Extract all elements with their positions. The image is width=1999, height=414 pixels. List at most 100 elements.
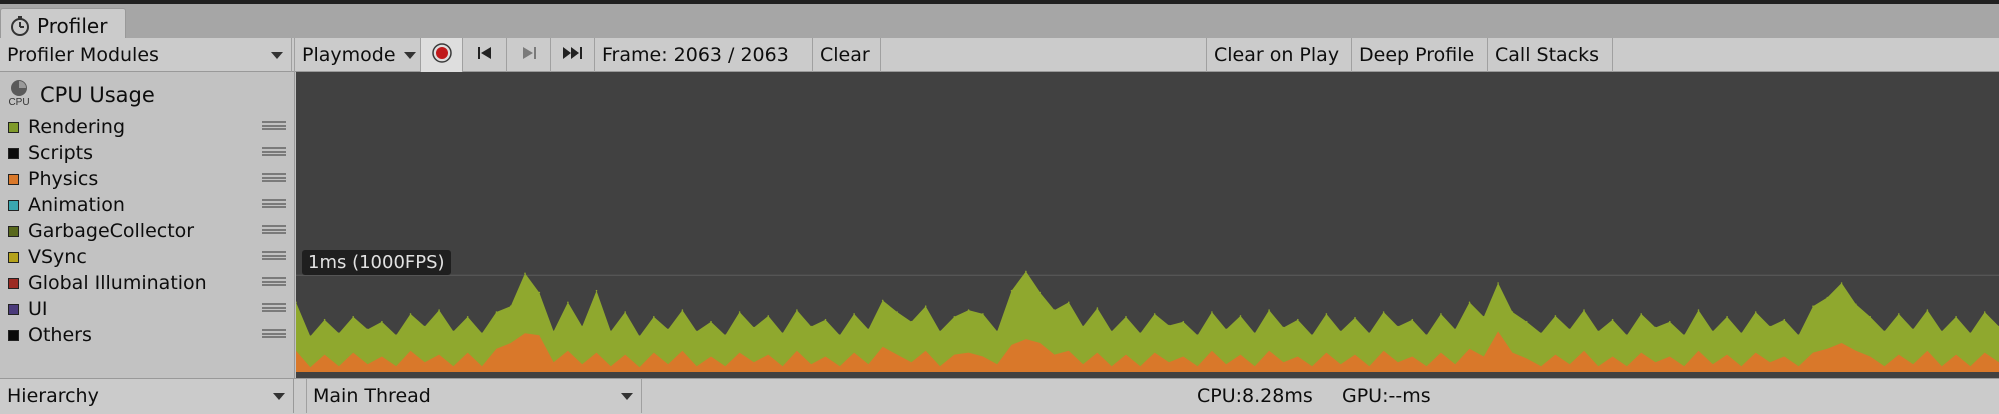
legend-item-rendering[interactable]: Rendering [8, 114, 288, 140]
data-point-rendering [296, 301, 297, 304]
clear-button[interactable]: Clear [813, 38, 881, 72]
drag-handle-icon[interactable] [262, 251, 286, 260]
data-point-rendering [924, 305, 927, 307]
data-point-rendering [1754, 311, 1757, 313]
tab-label: Profiler [37, 13, 108, 38]
legend-item-physics[interactable]: Physics [8, 166, 288, 192]
module-list-panel: CPU CPU Usage Rendering Scripts Physics Ani… [0, 72, 295, 378]
data-point-rendering [1983, 311, 1986, 313]
frame-label: Frame: 2063 / 2063 [602, 44, 789, 66]
legend-swatch[interactable] [8, 147, 19, 159]
legend-swatch[interactable] [8, 303, 19, 315]
legend-swatch[interactable] [8, 173, 19, 185]
legend-item-scripts[interactable]: Scripts [8, 140, 288, 166]
data-point-rendering [1525, 320, 1528, 323]
data-point-rendering [552, 330, 555, 333]
data-point-rendering [1025, 270, 1027, 273]
data-point-rendering [1468, 301, 1471, 304]
clear-label: Clear [820, 44, 870, 66]
cpu-usage-chart[interactable]: 1ms (1000FPS) [296, 72, 1999, 378]
hierarchy-view-dropdown[interactable]: Hierarchy [0, 379, 294, 413]
data-point-rendering [1683, 334, 1685, 337]
profiler-toolbar: Profiler Modules Playmode Frame: 2063 / … [0, 38, 1999, 72]
data-point-rendering [1182, 320, 1185, 323]
data-point-rendering [1268, 309, 1270, 311]
data-point-rendering [452, 330, 455, 333]
data-point-rendering [581, 325, 583, 328]
drag-handle-icon[interactable] [262, 121, 286, 130]
data-point-rendering [395, 334, 397, 337]
data-point-rendering [796, 309, 798, 311]
data-point-rendering [881, 299, 884, 302]
call-stacks-button[interactable]: Call Stacks [1488, 38, 1613, 72]
last-frame-icon [561, 44, 585, 66]
data-point-rendering [896, 311, 898, 313]
drag-handle-icon[interactable] [262, 147, 286, 156]
data-point-rendering [309, 335, 312, 338]
legend-item-animation[interactable]: Animation [8, 192, 288, 218]
data-point-rendering [1740, 332, 1743, 335]
gpu-time-value: GPU:--ms [1342, 385, 1431, 407]
drag-handle-icon[interactable] [262, 303, 286, 312]
data-point-rendering [1483, 316, 1485, 318]
data-point-rendering [1168, 324, 1170, 327]
data-point-rendering [1254, 332, 1256, 335]
tab-profiler[interactable]: Profiler [0, 8, 126, 42]
data-point-rendering [1826, 296, 1829, 299]
series-area-rendering [296, 271, 1999, 372]
data-point-rendering [1869, 316, 1871, 318]
data-point-rendering [1010, 289, 1013, 292]
legend-swatch[interactable] [8, 199, 19, 211]
deep-profile-button[interactable]: Deep Profile [1352, 38, 1488, 72]
legend-item-vsync[interactable]: VSync [8, 244, 288, 270]
legend-label: Physics [28, 168, 99, 190]
drag-handle-icon[interactable] [262, 277, 286, 286]
data-point-rendering [1769, 325, 1771, 328]
data-point-rendering [538, 291, 541, 294]
drag-handle-icon[interactable] [262, 225, 286, 234]
svg-text:CPU: CPU [8, 97, 29, 106]
data-point-rendering [738, 311, 741, 313]
data-point-rendering [1096, 307, 1099, 309]
legend-swatch[interactable] [8, 251, 19, 263]
clear-on-play-button[interactable]: Clear on Play [1206, 38, 1352, 72]
data-point-rendering [967, 309, 970, 311]
data-point-rendering [338, 332, 340, 335]
data-point-rendering [1425, 334, 1428, 337]
last-frame-button[interactable] [551, 38, 595, 72]
legend-item-global-illumination[interactable]: Global Illumination [8, 270, 288, 296]
stopwatch-icon [9, 14, 33, 38]
next-frame-button[interactable] [507, 38, 551, 72]
drag-handle-icon[interactable] [262, 329, 286, 338]
clear-on-play-label: Clear on Play [1214, 44, 1340, 66]
drag-handle-icon[interactable] [262, 199, 286, 208]
cpu-usage-module-header[interactable]: CPU CPU Usage [6, 78, 155, 111]
data-point-rendering [366, 328, 369, 331]
data-point-rendering [1912, 328, 1914, 331]
legend-label: Others [28, 324, 92, 346]
data-point-rendering [1898, 313, 1900, 315]
legend-item-garbagecollector[interactable]: GarbageCollector [8, 218, 288, 244]
data-point-rendering [352, 316, 354, 318]
thread-dropdown[interactable]: Main Thread [306, 379, 642, 413]
playmode-dropdown[interactable]: Playmode [294, 38, 421, 72]
profiler-modules-dropdown[interactable]: Profiler Modules [0, 38, 292, 72]
data-point-rendering [1583, 309, 1585, 311]
legend-swatch[interactable] [8, 277, 19, 289]
legend-swatch[interactable] [8, 329, 19, 341]
drag-handle-icon[interactable] [262, 173, 286, 182]
legend-swatch[interactable] [8, 121, 19, 133]
data-point-rendering [1110, 330, 1113, 333]
legend-swatch[interactable] [8, 225, 19, 237]
data-point-rendering [409, 313, 412, 315]
data-point-rendering [567, 301, 569, 304]
data-point-rendering [1840, 282, 1843, 284]
first-frame-button[interactable] [463, 38, 507, 72]
chevron-down-icon [273, 393, 285, 400]
data-point-rendering [982, 313, 984, 315]
data-point-rendering [1568, 328, 1571, 331]
legend-item-ui[interactable]: UI [8, 296, 288, 322]
record-button[interactable] [421, 38, 463, 72]
data-point-rendering [624, 311, 626, 313]
legend-item-others[interactable]: Others [8, 322, 288, 348]
